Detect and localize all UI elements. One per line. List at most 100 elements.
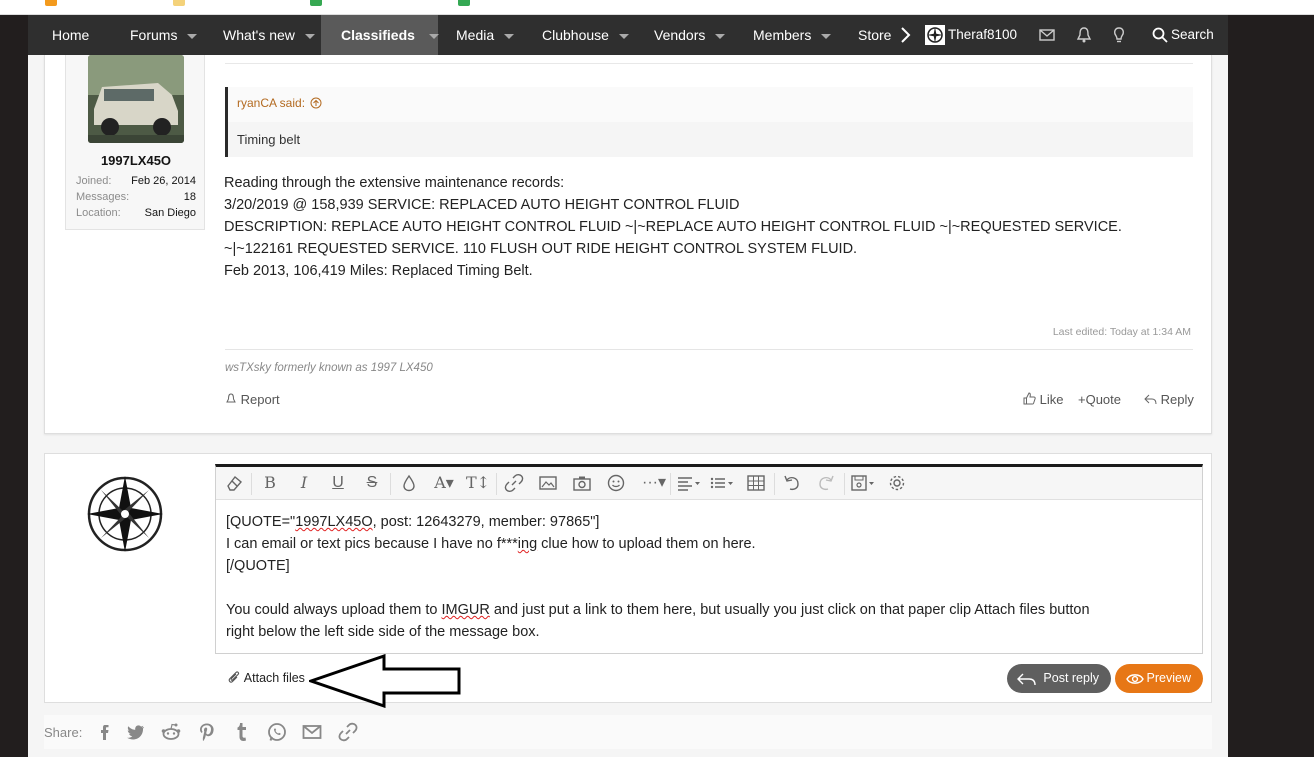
stat-value: Feb 26, 2014 [131, 175, 196, 187]
bell-icon[interactable] [1075, 26, 1093, 44]
preview-label: Preview [1146, 671, 1191, 685]
window-background-right [1228, 15, 1314, 757]
reply-label: Reply [1160, 392, 1194, 407]
spellcheck-word: ing [517, 536, 538, 552]
report-link[interactable]: Report [225, 392, 280, 407]
editor-content[interactable]: [QUOTE="1997LX45O, post: 12643279, membe… [226, 511, 1196, 643]
nav-username[interactable]: Theraf8100 [948, 15, 1017, 55]
nav-label: Vendors [654, 27, 706, 43]
toolbar-separator [670, 473, 671, 495]
chevron-down-icon[interactable] [187, 33, 198, 39]
link-icon[interactable] [504, 473, 524, 493]
nav-home[interactable]: Home [52, 15, 89, 55]
last-edited-note: Last edited: Today at 1:34 AM [1052, 326, 1191, 338]
stat-value[interactable]: San Diego [145, 207, 196, 219]
reply-button[interactable]: Reply [1144, 392, 1194, 407]
compass-avatar-icon[interactable] [75, 464, 175, 564]
user-avatar-icon[interactable] [925, 25, 945, 45]
nav-whats-new[interactable]: What's new [223, 15, 315, 55]
post-reply-button[interactable]: Post reply [1007, 664, 1111, 693]
spellcheck-word: IMGUR [441, 602, 490, 618]
chevron-down-icon[interactable] [821, 33, 832, 39]
message-line: ~|~122161 REQUESTED SERVICE. 110 FLUSH O… [224, 241, 858, 257]
bold-icon[interactable]: B [260, 473, 280, 493]
camera-icon[interactable] [572, 473, 592, 493]
strikethrough-icon[interactable]: S [362, 473, 382, 493]
envelope-icon[interactable] [1038, 26, 1056, 44]
bookmarks-bar [0, 0, 1314, 15]
chevron-right-icon[interactable] [896, 26, 914, 44]
nav-label: Store [858, 27, 892, 43]
nav-forums[interactable]: Forums [130, 15, 198, 55]
toolbar-separator [390, 473, 391, 495]
search-button[interactable]: Search [1171, 15, 1214, 55]
bookmark-icon[interactable] [458, 0, 470, 6]
quick-reply: B I U S A▾ T↕ ···▾ [QUOTE="1997LX45O, po… [44, 453, 1212, 708]
nav-members[interactable]: Members [753, 15, 832, 55]
editor-line: [QUOTE="1997LX45O, post: 12643279, membe… [226, 511, 1196, 533]
reply-arrow-icon [1144, 394, 1157, 405]
toolbar-separator [844, 473, 845, 495]
chevron-down-icon[interactable] [428, 33, 439, 39]
quote-button[interactable]: +Quote [1078, 392, 1121, 407]
bookmark-icon[interactable] [310, 0, 322, 6]
nav-clubhouse[interactable]: Clubhouse [542, 15, 629, 55]
image-icon[interactable] [538, 473, 558, 493]
avatar[interactable] [88, 55, 184, 143]
smiley-icon[interactable] [606, 473, 626, 493]
chevron-down-icon[interactable] [304, 33, 315, 39]
eraser-icon[interactable] [224, 473, 244, 493]
quote-label: +Quote [1078, 392, 1122, 407]
nav-store[interactable]: Store [858, 15, 893, 55]
thumbs-up-icon [1023, 392, 1036, 405]
arrow-up-circle-icon[interactable] [310, 97, 322, 109]
text-fragment: [QUOTE=" [226, 514, 296, 530]
report-label: Report [240, 392, 280, 407]
save-draft-icon[interactable] [850, 473, 878, 493]
list-icon[interactable] [709, 473, 735, 493]
preview-button[interactable]: Preview [1115, 664, 1203, 693]
message-line: Reading through the extensive maintenanc… [224, 175, 565, 191]
underline-icon[interactable]: U [328, 473, 348, 493]
quote-author[interactable]: ryanCA said: [237, 96, 305, 110]
like-button[interactable]: Like [1023, 392, 1063, 407]
reddit-icon[interactable] [160, 721, 182, 743]
text-fragment: , post: 12643279, member: 97865"] [372, 514, 600, 530]
folder-icon[interactable] [173, 0, 185, 6]
table-icon[interactable] [746, 473, 766, 493]
nav-classifieds[interactable]: Classifieds [321, 15, 439, 55]
italic-icon[interactable]: I [294, 473, 314, 493]
chevron-down-icon[interactable] [504, 33, 515, 39]
pinterest-icon[interactable] [196, 721, 218, 743]
nav-media[interactable]: Media [456, 15, 515, 55]
gear-icon[interactable] [887, 473, 907, 493]
whatsapp-icon[interactable] [266, 721, 288, 743]
twitter-icon[interactable] [124, 721, 146, 743]
lightbulb-icon[interactable] [1110, 26, 1128, 44]
undo-icon[interactable] [782, 473, 802, 493]
post-author-name[interactable]: 1997LX45O [66, 153, 206, 168]
email-icon[interactable] [301, 721, 323, 743]
font-family-icon[interactable]: A▾ [430, 473, 458, 493]
chevron-down-icon[interactable] [715, 33, 726, 39]
font-size-icon[interactable]: T↕ [464, 473, 492, 493]
tumblr-icon[interactable] [231, 721, 253, 743]
facebook-icon[interactable] [94, 721, 116, 743]
message-editor[interactable]: B I U S A▾ T↕ ···▾ [QUOTE="1997LX45O, po… [215, 464, 1203, 654]
nav-vendors[interactable]: Vendors [654, 15, 726, 55]
chevron-down-icon[interactable] [618, 33, 629, 39]
annotation-arrow [309, 654, 461, 708]
post-reply-label: Post reply [1043, 671, 1099, 685]
link-icon[interactable] [337, 721, 359, 743]
align-icon[interactable] [676, 473, 702, 493]
bookmark-icon[interactable] [45, 0, 57, 6]
search-icon[interactable] [1151, 26, 1169, 44]
post-user-info: 1997LX45O Joined: Feb 26, 2014 Messages: 1… [65, 55, 205, 230]
attach-files-button[interactable]: Attach files [227, 670, 305, 685]
text-color-icon[interactable] [399, 473, 419, 493]
editor-line: I can email or text pics because I have … [226, 533, 1196, 555]
thread-page: 1997LX45O Joined: Feb 26, 2014 Messages: 1… [28, 55, 1228, 757]
more-options-icon[interactable]: ···▾ [640, 473, 668, 493]
stat-messages: Messages: 18 [76, 191, 196, 203]
redo-icon[interactable] [816, 473, 836, 493]
